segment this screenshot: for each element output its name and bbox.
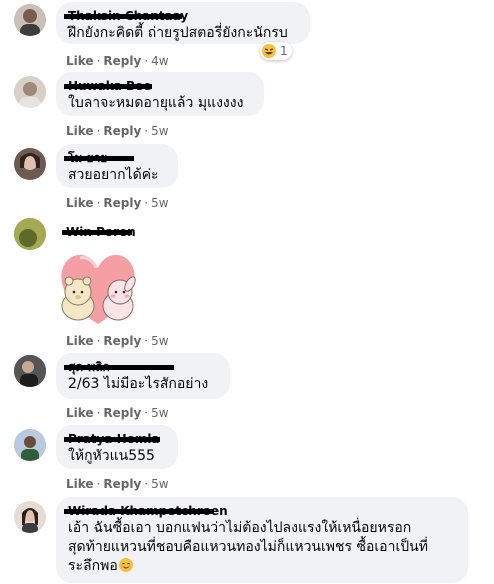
avatar[interactable] — [14, 355, 46, 387]
comment-bubble: Pratya Homla ให้กูหัวแน555 — [56, 425, 178, 469]
commenter-name[interactable]: สุด พลิก — [64, 359, 218, 375]
comment-text: ให้กูหัวแน555 — [68, 448, 155, 464]
comment-actions: Like · Reply · 4w — [66, 54, 169, 68]
reply-link[interactable]: Reply — [103, 54, 141, 68]
reply-link[interactable]: Reply — [103, 196, 141, 210]
avatar[interactable] — [14, 429, 46, 461]
avatar[interactable] — [14, 218, 46, 250]
comment-bubble: Thaksin Chantaay ฝึกยังกะคิดตี้ ถ่ายรูปส… — [56, 2, 310, 44]
comment-text: สวยอยากได้ค่ะ — [68, 167, 159, 183]
avatar[interactable] — [14, 4, 46, 36]
like-link[interactable]: Like — [66, 477, 94, 491]
redaction-bar — [64, 14, 182, 19]
comment-text: ฝึกยังกะคิดตี้ ถ่ายรูปสตอรี่ยังกะนักรบ — [68, 25, 288, 41]
like-link[interactable]: Like — [66, 124, 94, 138]
comment-text-line: ระลึกพอ — [68, 557, 456, 576]
comment-text: ใบลาจะหมดอายุแล้ว มุแงงงง — [68, 95, 244, 111]
redaction-bar — [64, 437, 160, 442]
comment-bubble: โม ยาย สวยอยากได้ค่ะ — [56, 144, 178, 188]
redaction-bar — [64, 509, 214, 514]
comment-actions: Like · Reply · 5w — [66, 196, 169, 210]
like-link[interactable]: Like — [66, 196, 94, 210]
timestamp[interactable]: 5w — [151, 334, 168, 348]
comment-bubble: สุด พลิก 2/63 ไม่มีอะไรสักอย่าง — [56, 353, 230, 399]
like-link[interactable]: Like — [66, 334, 94, 348]
smiling-face-icon — [118, 558, 133, 572]
reply-link[interactable]: Reply — [103, 124, 141, 138]
redaction-bar — [64, 365, 174, 370]
reply-link[interactable]: Reply — [103, 334, 141, 348]
comment-text: 2/63 ไม่มีอะไรสักอย่าง — [68, 376, 209, 392]
timestamp[interactable]: 5w — [151, 406, 168, 420]
haha-reaction-icon — [262, 44, 276, 58]
commenter-name[interactable]: Huwaka Bee — [64, 78, 252, 94]
like-link[interactable]: Like — [66, 406, 94, 420]
redaction-bar — [64, 84, 152, 89]
comment-text-line: เอ้า ฉันซื้อเอา บอกแฟนว่าไม่ต้องไปลงแรงใ… — [68, 520, 412, 536]
avatar[interactable] — [14, 501, 46, 533]
sticker-image[interactable] — [50, 244, 146, 330]
redaction-bar — [64, 156, 134, 161]
like-link[interactable]: Like — [66, 54, 94, 68]
commenter-name[interactable]: Pratya Homla — [64, 431, 166, 447]
reaction-count[interactable]: 1 — [260, 42, 292, 60]
timestamp[interactable]: 4w — [151, 54, 168, 68]
avatar[interactable] — [14, 148, 46, 180]
timestamp[interactable]: 5w — [151, 477, 168, 491]
comment-actions: Like · Reply · 5w — [66, 334, 169, 348]
timestamp[interactable]: 5w — [151, 124, 168, 138]
timestamp[interactable]: 5w — [151, 196, 168, 210]
commenter-name[interactable]: Win Poren — [62, 224, 136, 240]
comment-actions: Like · Reply · 5w — [66, 477, 169, 491]
comment-bubble: Wirada Khampetchroen เอ้า ฉันซื้อเอา บอก… — [56, 497, 468, 583]
comment-text-line: สุดท้ายแหวนที่ชอบคือแหวนทองไม่ก็แหวนเพชร… — [68, 539, 428, 555]
reply-link[interactable]: Reply — [103, 406, 141, 420]
commenter-name[interactable]: Thaksin Chantaay — [64, 8, 298, 24]
commenter-name[interactable]: โม ยาย — [64, 150, 166, 166]
comment-actions: Like · Reply · 5w — [66, 124, 169, 138]
comment-actions: Like · Reply · 5w — [66, 406, 169, 420]
avatar[interactable] — [14, 76, 46, 108]
redaction-bar — [62, 230, 132, 235]
commenter-name[interactable]: Wirada Khampetchroen — [64, 503, 456, 519]
comment-bubble: Huwaka Bee ใบลาจะหมดอายุแล้ว มุแงงงง — [56, 72, 264, 116]
reply-link[interactable]: Reply — [103, 477, 141, 491]
